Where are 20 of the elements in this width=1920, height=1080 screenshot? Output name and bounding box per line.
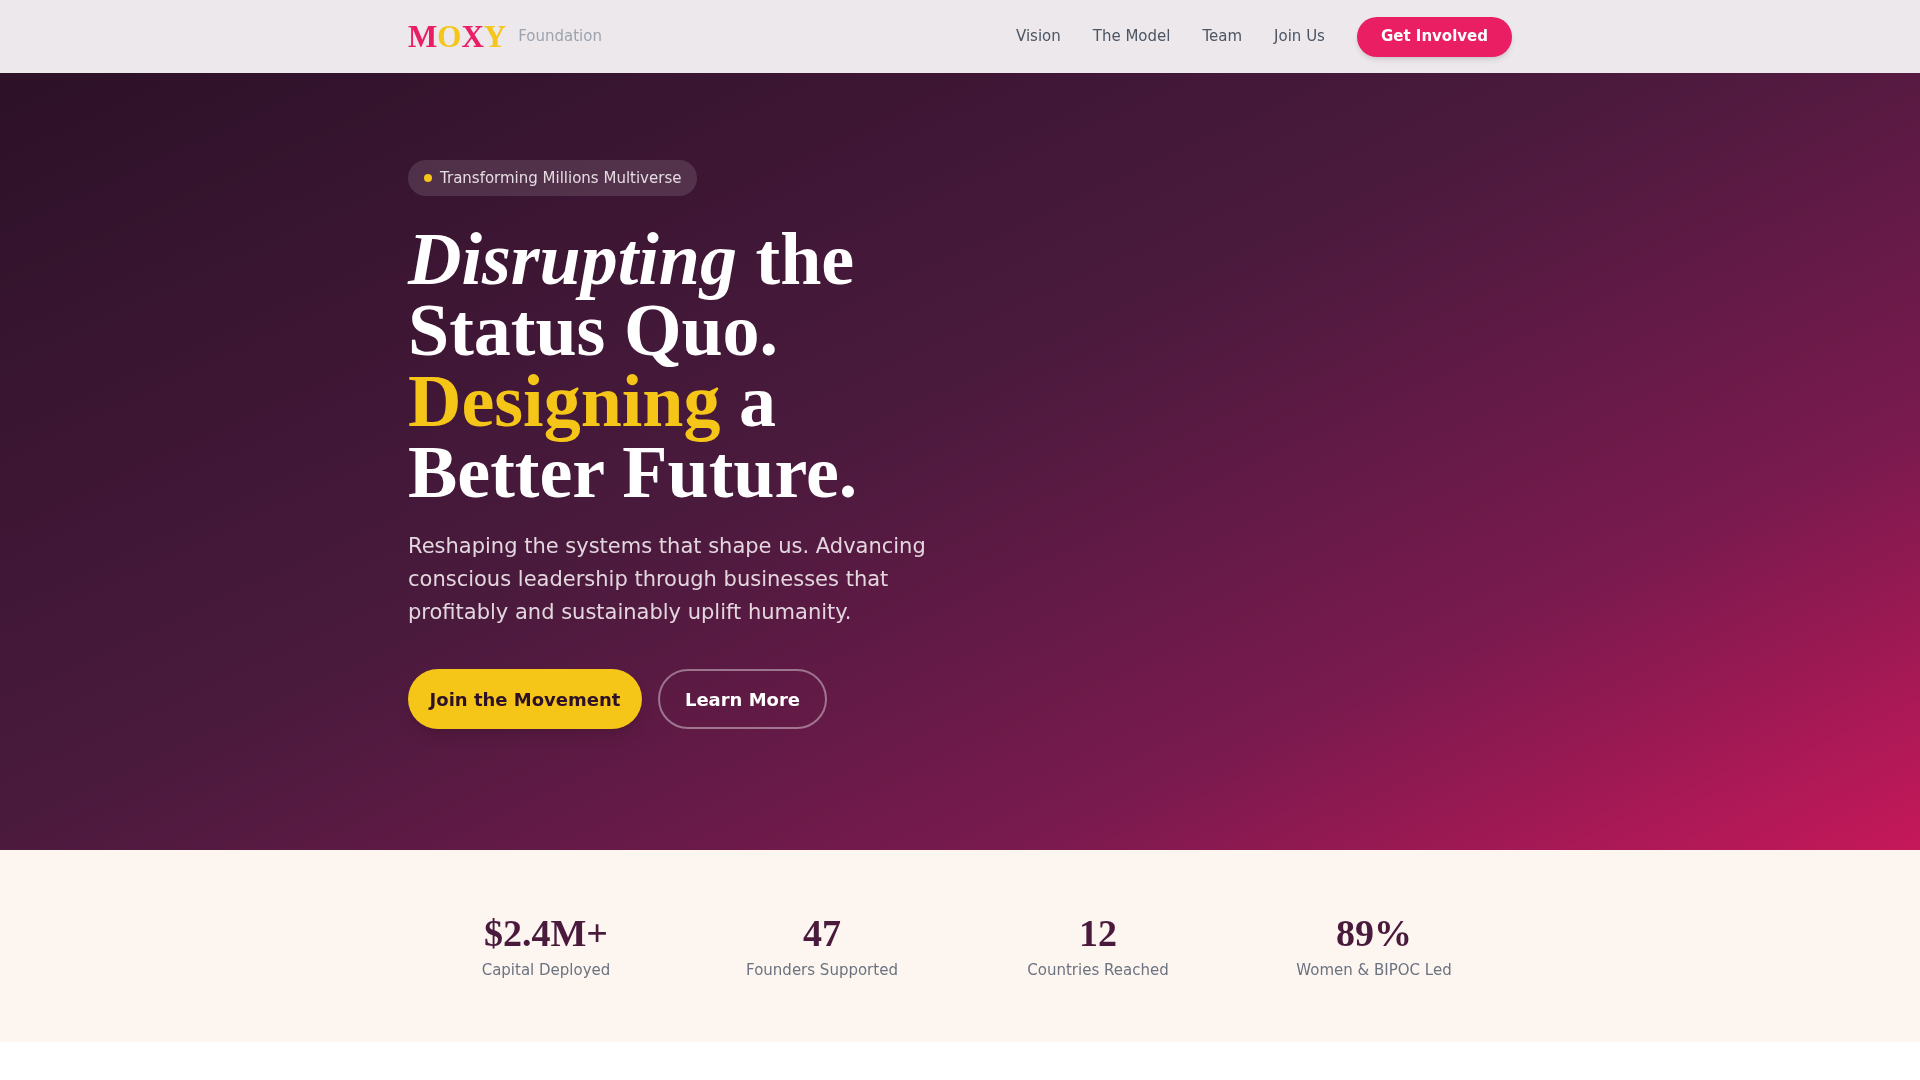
stat-value: 89% [1336, 910, 1412, 955]
nav-link[interactable]: Team [1202, 25, 1243, 48]
stat-value: 12 [1079, 910, 1117, 955]
hero-description: Reshaping the systems that shape us. Advancing conscious leadership through businesses that profitably and sustainably uplift humanity. [408, 533, 927, 626]
tagline-badge: Transforming Millions Multiverse [408, 160, 698, 196]
nav-link[interactable]: Join Us [1274, 25, 1325, 48]
learn-more-button[interactable]: Learn More [658, 669, 827, 729]
stat-value: $2.4M+ [484, 910, 608, 955]
hero-headline: Disrupting the Status Quo. Designing a Better Future. [408, 224, 858, 508]
stat-label: Women & BIPOC Led [1296, 959, 1452, 981]
logo[interactable]: MOXY [408, 21, 507, 52]
get-involved-button[interactable]: Get Involved [1356, 16, 1512, 57]
stat-value: 47 [803, 910, 841, 955]
logo-subtitle: Foundation [518, 26, 602, 48]
stat-label: Capital Deployed [481, 959, 611, 981]
stat-label: Founders Supported [746, 959, 898, 981]
nav-link[interactable]: Vision [1015, 25, 1061, 48]
stat-label: Countries Reached [1027, 959, 1169, 981]
join-movement-button[interactable]: Join the Movement [408, 669, 642, 729]
nav-link[interactable]: The Model [1092, 25, 1171, 48]
